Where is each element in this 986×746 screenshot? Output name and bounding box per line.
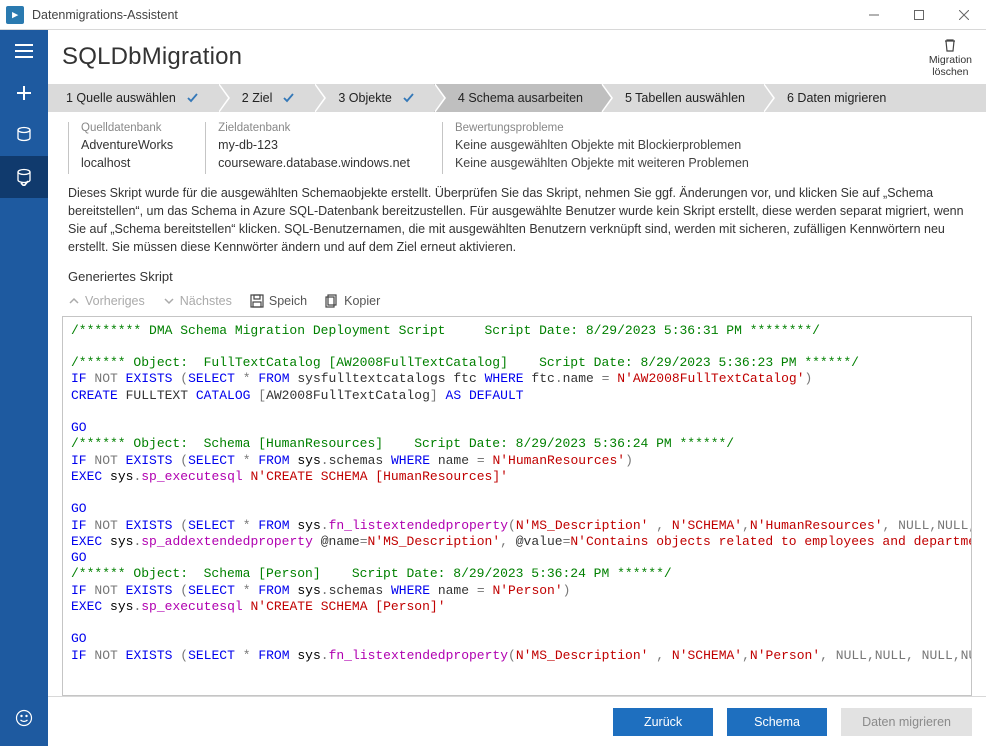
sidebar-add-icon[interactable] xyxy=(0,72,48,114)
feedback-smiley-icon[interactable] xyxy=(0,698,48,738)
window-close[interactable] xyxy=(941,0,986,30)
step-tables[interactable]: 5 Tabellen auswählen xyxy=(601,84,763,112)
delete-migration-button[interactable]: Migration löschen xyxy=(929,37,972,78)
copy-icon xyxy=(325,294,339,308)
script-copy-button[interactable]: Kopier xyxy=(325,294,380,308)
titlebar: ▸ Datenmigrations-Assistent xyxy=(0,0,986,30)
step-target[interactable]: 2 Ziel xyxy=(218,84,315,112)
app-icon: ▸ xyxy=(6,6,24,24)
description-text: Dieses Skript wurde für die ausgewählten… xyxy=(48,178,986,265)
script-previous-button[interactable]: Vorheriges xyxy=(68,294,145,308)
assessment-issues-info: Bewertungsprobleme Keine ausgewählten Ob… xyxy=(442,122,822,174)
target-db-info: Zieldatenbank my-db-123 courseware.datab… xyxy=(205,122,410,174)
script-next-button[interactable]: Nächstes xyxy=(163,294,232,308)
back-button[interactable]: Zurück xyxy=(613,708,713,736)
wizard-steps: 1 Quelle auswählen 2 Ziel 3 Objekte 4 Sc… xyxy=(48,84,986,112)
check-icon xyxy=(402,91,416,105)
window-maximize[interactable] xyxy=(896,0,941,30)
source-db-info: Quelldatenbank AdventureWorks localhost xyxy=(68,122,173,174)
sidebar-database-icon[interactable] xyxy=(0,114,48,156)
trash-icon xyxy=(942,37,958,53)
window-minimize[interactable] xyxy=(851,0,896,30)
step-source[interactable]: 1 Quelle auswählen xyxy=(48,84,218,112)
sidebar xyxy=(0,30,48,746)
wizard-footer: Zurück Schema Daten migrieren xyxy=(48,696,986,746)
page-title: SQLDbMigration xyxy=(62,43,242,71)
step-objects[interactable]: 3 Objekte xyxy=(314,84,434,112)
window-title: Datenmigrations-Assistent xyxy=(32,8,178,22)
chevron-up-icon xyxy=(68,295,80,307)
step-schema[interactable]: 4 Schema ausarbeiten xyxy=(434,84,601,112)
sidebar-migration-icon[interactable] xyxy=(0,156,48,198)
check-icon xyxy=(186,91,200,105)
generated-script-textarea[interactable]: /******** DMA Schema Migration Deploymen… xyxy=(62,316,972,697)
deploy-schema-button[interactable]: Schema xyxy=(727,708,827,736)
check-icon xyxy=(282,91,296,105)
chevron-down-icon xyxy=(163,295,175,307)
save-icon xyxy=(250,294,264,308)
script-save-button[interactable]: Speich xyxy=(250,294,307,308)
script-toolbar: Vorheriges Nächstes Speich Kopier xyxy=(48,292,986,316)
hamburger-icon[interactable] xyxy=(0,30,48,72)
migrate-data-button: Daten migrieren xyxy=(841,708,972,736)
generated-script-label: Generiertes Skript xyxy=(48,265,986,292)
step-migrate-data[interactable]: 6 Daten migrieren xyxy=(763,84,904,112)
